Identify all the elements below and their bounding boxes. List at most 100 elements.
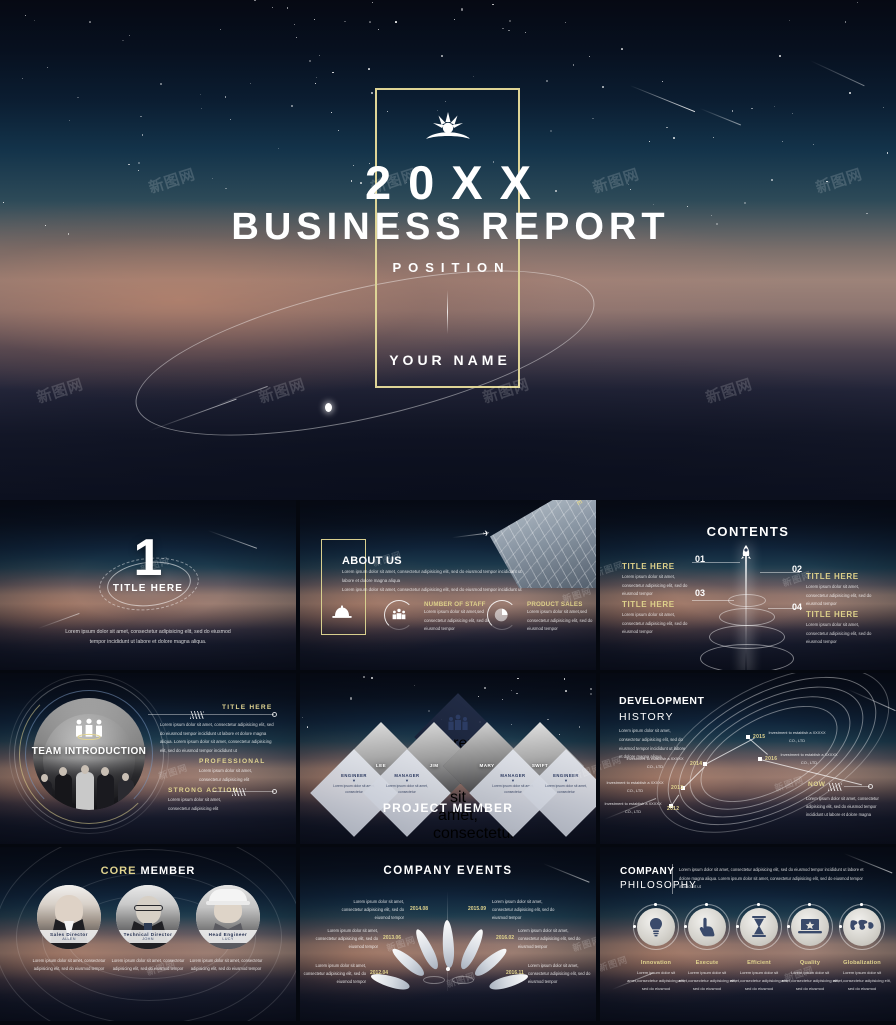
airplane-icon: ✈ [482,528,491,539]
slide-thumbnail-about-us[interactable]: COMPANY NAME ✈ ABOUT US Lorem ipsum dolo… [300,500,596,670]
philosophy-icon-innovation[interactable] [633,903,679,950]
contents-heading: TITLE HERE [806,610,859,619]
laptop-icon [798,918,822,940]
contents-item-1[interactable]: TITLE HERE Lorem ipsum dolor sit amet, c… [622,562,698,599]
event-date: 2016.02 [496,935,515,941]
team-item-professional[interactable]: PROFESSIONAL Lorem ipsum dolor sit amet,… [199,758,265,784]
title-divider [672,864,673,894]
hero-divider [447,290,448,334]
helmet-icon [331,604,353,620]
stat-heading: NUMBER OF STAFF [424,601,486,608]
presentation-preview-page: 20XX BUSINESS REPORT POSITION YOUR NAME … [0,0,896,1025]
stat-body: Lorem ipsum dolor sit amet,sed consectet… [527,609,593,632]
section-number: 1 [133,529,163,587]
section-body: Lorem ipsum dolor sit amet, consectetur … [65,629,231,645]
slide-thumbnail-project-member[interactable]: Lorem ipsum dolor sit amet, consectetur … [300,673,596,844]
core-member-name: LUCY [222,937,234,941]
hand-touch-icon [698,917,716,942]
slide-thumbnail-grid: 1 TITLE HERE Lorem ipsum dolor sit amet,… [0,500,896,1025]
core-member-caption: Technical Director JOHN [116,930,180,943]
slide-thumbnail-development-history[interactable]: DEVELOPMENT HISTORY Lorem ipsum dolor si… [600,673,896,844]
hero-cover-slide[interactable]: 20XX BUSINESS REPORT POSITION YOUR NAME … [0,0,896,500]
stat-heading: PRODUCT SALES [527,601,583,608]
petal-center [446,967,450,971]
globe-icon [849,918,875,938]
milestone-text: Investment to establish a XXXXX CO., LTD [768,730,826,743]
core-member-caption: Head Engineer LUCY [196,930,260,943]
slide-thumbnail-section-divider[interactable]: 1 TITLE HERE Lorem ipsum dolor sit amet,… [0,500,296,670]
core-member-photo-allen[interactable]: Sales Director ALLEN [37,885,101,949]
member-role-wrap: MANAGER ▼ Lorem ipsum dolor sit amet, co… [376,773,438,796]
contents-item-3[interactable]: TITLE HERE Lorem ipsum dolor sit amet, c… [622,600,698,637]
event-text: Lorem ipsum dolor sit amet, consectetur … [492,899,555,921]
member-card-body: Lorem ipsum dolor sit amet, consectetur [386,784,428,795]
event-date: 2013.06 [383,935,402,941]
contents-body: Lorem ipsum dolor sit amet, consectetur … [806,584,872,607]
philosophy-title-line1: COMPANY [620,866,675,877]
slide-thumbnail-team-introduction[interactable]: TEAM INTRODUCTION TITLE HERE Lorem ipsum… [0,673,296,844]
people-group-icon [66,718,112,741]
sunrise-icon [420,108,476,142]
event-date: 2015.09 [468,906,487,912]
hatch-decor [232,788,246,796]
core-member-name: JOHN [142,937,154,941]
connector-line [148,714,274,715]
philosophy-heading: Globalization [843,960,881,966]
hero-author-name: YOUR NAME [389,352,511,368]
philosophy-icon-execute[interactable] [684,903,730,950]
milestone-text: Investment to establish a XXXXX CO., LTD [604,801,662,814]
philosophy-body-text: Lorem ipsum dolor sit amet,consectetur a… [833,970,891,991]
milestone-year: 2013 [671,785,684,791]
contents-item-2[interactable]: TITLE HERE Lorem ipsum dolor sit amet, c… [806,572,882,609]
ring-node [705,903,708,906]
team-badge-icon [442,713,474,733]
philosophy-body: Lorem ipsum dolor sit amet, consectetur … [679,867,864,890]
core-member-photo-john[interactable]: Technical Director JOHN [116,885,180,949]
core-member-title: CORE MEMBER [0,865,296,877]
orbit-rings [700,592,794,670]
contents-heading: TITLE HERE [622,562,675,571]
philosophy-icon-efficient[interactable] [736,903,782,950]
slide-thumbnail-core-member[interactable]: CORE MEMBER Sales Director ALLEN Lorem i… [0,847,296,1021]
base-ellipse [423,976,445,984]
slide-thumbnail-contents[interactable]: CONTENTS 01 TITLE HERE Lorem ipsum dolor… [600,500,896,670]
line-end-node [868,784,873,789]
ring-node [684,925,687,928]
contents-item-4[interactable]: TITLE HERE Lorem ipsum dolor sit amet, c… [806,610,882,647]
ring-node [839,925,842,928]
hourglass-icon [751,916,767,942]
philosophy-icon-quality[interactable] [787,903,833,950]
core-title-white: MEMBER [140,865,196,877]
ring-node [787,925,790,928]
core-member-desc: Lorem ipsum dolor sit amet, consectetur … [189,958,263,972]
milestone-text: Investment to establish a XXXXX CO., LTD [626,756,684,769]
contents-number: 04 [792,602,803,612]
contents-body: Lorem ipsum dolor sit amet, consectetur … [806,622,872,645]
hatch-decor [828,783,842,791]
core-member-name: ALLEN [62,937,76,941]
section-title: TITLE HERE [112,583,184,594]
milestone-text: Investment to establish a XXXXX CO., LTD [606,780,664,793]
hero-year: 20XX [365,156,548,209]
team-intro-label: TEAM INTRODUCTION [31,746,147,757]
hero-position-label: POSITION [392,260,511,275]
milestone-text: Investment to establish a XXXXX CO., LTD [780,752,838,765]
company-events-title: COMPANY EVENTS [383,865,513,877]
slide-thumbnail-company-events[interactable]: COMPANY EVENTS 2014.08 Lorem ipsum dolor… [300,847,596,1021]
slide-thumbnail-company-philosophy[interactable]: COMPANY PHILOSOPHY Lorem ipsum dolor sit… [600,847,896,1021]
core-member-photo-lucy[interactable]: Head Engineer LUCY [196,885,260,949]
about-title: ABOUT US [342,555,402,567]
pie-chart-icon [494,607,510,623]
ring-node [757,903,760,906]
event-date: 2016.11 [506,970,524,976]
base-ellipse [452,976,474,984]
event-text: Lorem ipsum dolor sit amet, consectetur … [303,963,366,985]
contents-body: Lorem ipsum dolor sit amet, consectetur … [622,612,688,635]
contents-number: 03 [695,588,706,598]
ring-node [860,903,863,906]
ring-node [736,925,739,928]
contents-body: Lorem ipsum dolor sit amet, consectetur … [622,574,688,597]
rocket-icon [739,545,753,563]
philosophy-icon-globalization[interactable] [839,903,885,950]
project-member-title: PROJECT MEMBER [382,801,514,815]
